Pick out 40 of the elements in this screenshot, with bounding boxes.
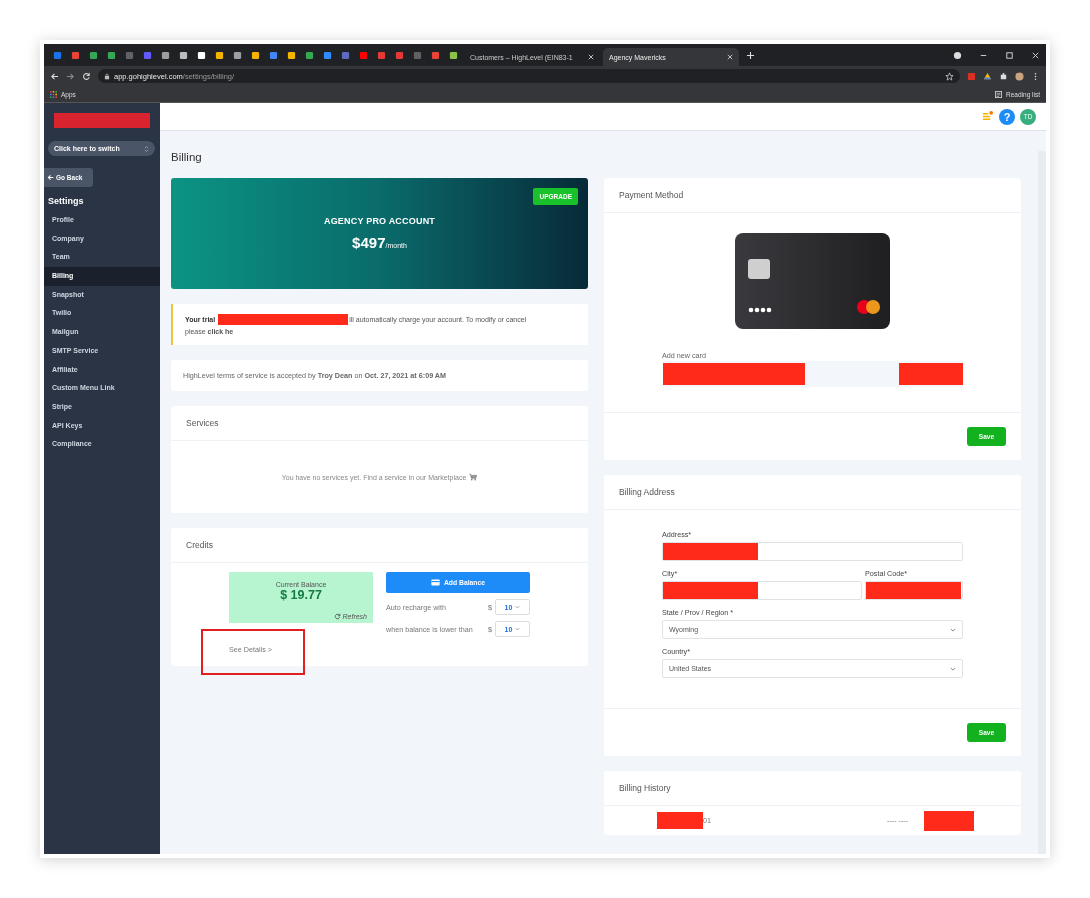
page-title: Billing	[171, 151, 203, 163]
apps-grid-icon	[50, 90, 57, 98]
up-down-icon	[144, 144, 149, 153]
plan-price: $497	[352, 234, 386, 251]
chevron-down-icon	[515, 627, 521, 631]
pdf-icon[interactable]	[967, 71, 976, 81]
balance-amount: $ 19.77	[280, 588, 322, 602]
reading-list-icon	[995, 90, 1003, 98]
card-title: Billing Address	[604, 475, 1021, 510]
card-title: Services	[171, 406, 588, 441]
input-field[interactable]	[662, 581, 862, 600]
maximize-icon[interactable]	[1005, 50, 1014, 60]
back-arrow-icon[interactable]	[50, 71, 59, 81]
card-title: Billing History	[604, 771, 1021, 806]
input-field[interactable]	[662, 542, 963, 561]
back-arrow-icon	[47, 174, 54, 181]
chevron-down-icon	[515, 605, 521, 609]
card-title: Payment Method	[604, 178, 1021, 213]
drive-icon[interactable]	[983, 71, 992, 81]
chevron-down-icon	[950, 666, 956, 671]
close-icon[interactable]	[1031, 50, 1040, 60]
refresh-icon	[334, 613, 342, 620]
star-icon[interactable]	[945, 71, 954, 81]
card-input-field[interactable]	[662, 361, 963, 387]
credit-card-icon	[430, 579, 440, 586]
chevron-down-icon	[950, 627, 956, 632]
puzzle-icon[interactable]	[999, 71, 1008, 81]
plan-name: AGENCY PRO ACCOUNT	[323, 216, 436, 226]
card-title: Credits	[171, 528, 588, 563]
forward-arrow-icon[interactable]	[66, 71, 75, 81]
close-icon[interactable]	[727, 54, 733, 60]
circle-icon[interactable]	[953, 50, 962, 60]
cart-icon[interactable]	[469, 473, 478, 481]
sidebar-heading: Settings	[48, 196, 85, 206]
plus-icon[interactable]	[746, 50, 755, 60]
reload-icon[interactable]	[82, 71, 91, 81]
close-icon[interactable]	[588, 54, 594, 60]
lock-icon	[104, 72, 110, 80]
profile-avatar-icon[interactable]	[1015, 71, 1024, 81]
checklist-icon[interactable]	[981, 110, 994, 123]
